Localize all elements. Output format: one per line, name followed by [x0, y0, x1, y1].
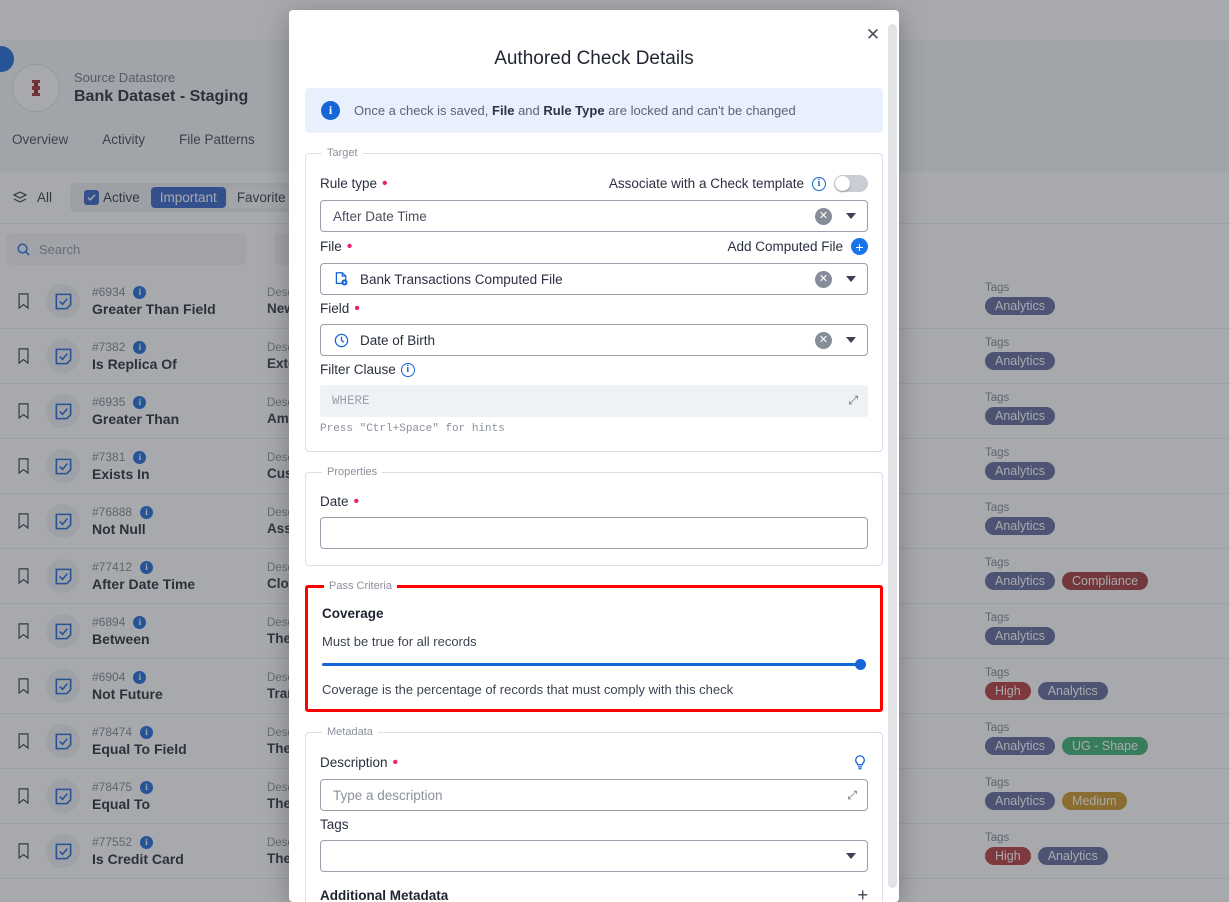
banner-file: File	[492, 103, 515, 118]
description-input[interactable]: Type a description ⤢	[320, 779, 868, 811]
target-legend: Target	[327, 147, 358, 159]
suggestion-bulb-icon[interactable]	[852, 754, 868, 771]
description-label: Description •	[320, 753, 399, 771]
required-marker: •	[354, 299, 360, 317]
field-label-text: Field	[320, 301, 350, 316]
file-value: Bank Transactions Computed File	[360, 271, 563, 287]
metadata-legend: Metadata	[327, 726, 373, 738]
date-label-text: Date	[320, 494, 349, 509]
file-row: File • Add Computed File +	[320, 238, 868, 255]
modal-title: Authored Check Details	[494, 48, 694, 69]
info-icon: i	[321, 101, 340, 120]
add-computed-file-label: Add Computed File	[727, 239, 843, 254]
description-label-text: Description	[320, 755, 388, 770]
banner-mid: and	[518, 103, 540, 118]
field-value: Date of Birth	[360, 332, 436, 348]
clear-icon[interactable]: ✕	[815, 207, 832, 225]
file-label: File •	[320, 237, 353, 255]
coverage-title: Coverage	[322, 606, 384, 621]
file-label-text: File	[320, 239, 342, 254]
coverage-help: Coverage is the percentage of records th…	[322, 682, 734, 697]
tags-label: Tags	[320, 817, 349, 832]
description-row: Description •	[320, 754, 868, 771]
filter-clause-label-text: Filter Clause	[320, 362, 396, 377]
chevron-down-icon[interactable]	[846, 853, 856, 859]
authored-check-details-modal: ✕ Authored Check Details i Once a check …	[289, 10, 899, 902]
properties-group: Properties Date •	[305, 466, 883, 566]
filter-clause-row: Filter Clause i	[320, 362, 868, 377]
tags-row: Tags	[320, 817, 868, 832]
filter-clause-placeholder: WHERE	[332, 394, 370, 408]
add-metadata-plus-icon[interactable]: +	[857, 886, 868, 902]
rule-type-select[interactable]: After Date Time ✕	[320, 200, 868, 232]
add-computed-file-button[interactable]: Add Computed File +	[727, 238, 868, 255]
filter-clause-input[interactable]: WHERE ⤢	[320, 385, 868, 417]
close-icon[interactable]: ✕	[861, 22, 885, 46]
expand-icon[interactable]: ⤢	[848, 394, 858, 408]
file-select[interactable]: Bank Transactions Computed File ✕	[320, 263, 868, 295]
field-select[interactable]: Date of Birth ✕	[320, 324, 868, 356]
field-label: Field •	[320, 299, 360, 317]
chevron-down-icon[interactable]	[846, 213, 856, 219]
banner-rule-type: Rule Type	[543, 103, 605, 118]
clear-icon[interactable]: ✕	[815, 331, 832, 349]
plus-icon[interactable]: +	[851, 238, 868, 255]
required-marker: •	[392, 753, 399, 771]
description-placeholder: Type a description	[333, 787, 443, 803]
date-row: Date •	[320, 492, 868, 510]
coverage-slider-track	[322, 663, 866, 666]
rule-type-label-text: Rule type	[320, 176, 378, 191]
check-template-control: Associate with a Check template i	[609, 175, 868, 192]
rule-type-value: After Date Time	[333, 208, 427, 224]
banner-tail: are locked and can't be changed	[608, 103, 796, 118]
required-marker: •	[382, 174, 388, 192]
required-marker: •	[353, 492, 360, 510]
pass-criteria-legend: Pass Criteria	[329, 580, 392, 592]
required-marker: •	[346, 237, 353, 255]
date-input[interactable]	[320, 517, 868, 549]
filter-clause-label: Filter Clause i	[320, 362, 415, 377]
clear-icon[interactable]: ✕	[815, 270, 832, 288]
pass-criteria-group: Pass Criteria Coverage Must be true for …	[305, 580, 883, 712]
computed-file-icon	[333, 271, 350, 288]
check-template-label: Associate with a Check template	[608, 176, 804, 191]
field-row: Field •	[320, 299, 868, 317]
clock-icon	[333, 332, 350, 349]
properties-legend: Properties	[327, 466, 378, 478]
info-banner: i Once a check is saved, File and Rule T…	[305, 88, 883, 133]
tags-select[interactable]	[320, 840, 868, 872]
expand-icon[interactable]: ⤢	[847, 788, 857, 803]
filter-clause-hint: Press "Ctrl+Space" for hints	[320, 423, 505, 435]
check-template-toggle[interactable]	[834, 175, 868, 192]
coverage-slider-thumb[interactable]	[855, 659, 866, 670]
metadata-group: Metadata Description • Type a descriptio…	[305, 726, 883, 902]
rule-type-row: Rule type • Associate with a Check templ…	[320, 175, 868, 192]
info-icon[interactable]: i	[400, 362, 415, 377]
chevron-down-icon[interactable]	[846, 276, 856, 282]
info-banner-text: Once a check is saved, File and Rule Typ…	[354, 103, 796, 118]
banner-lead: Once a check is saved,	[354, 103, 489, 118]
screen: Source Datastore Bank Dataset - Staging …	[0, 0, 1229, 902]
rule-type-label: Rule type •	[320, 174, 388, 192]
chevron-down-icon[interactable]	[846, 337, 856, 343]
additional-metadata-row: Additional Metadata +	[320, 886, 868, 902]
coverage-subtitle: Must be true for all records	[322, 634, 477, 649]
date-label: Date •	[320, 492, 360, 510]
coverage-slider[interactable]	[322, 658, 866, 672]
additional-metadata-label: Additional Metadata	[320, 887, 449, 902]
info-icon[interactable]: i	[812, 176, 826, 191]
target-group: Target Rule type • Associate with a Chec…	[305, 147, 883, 452]
